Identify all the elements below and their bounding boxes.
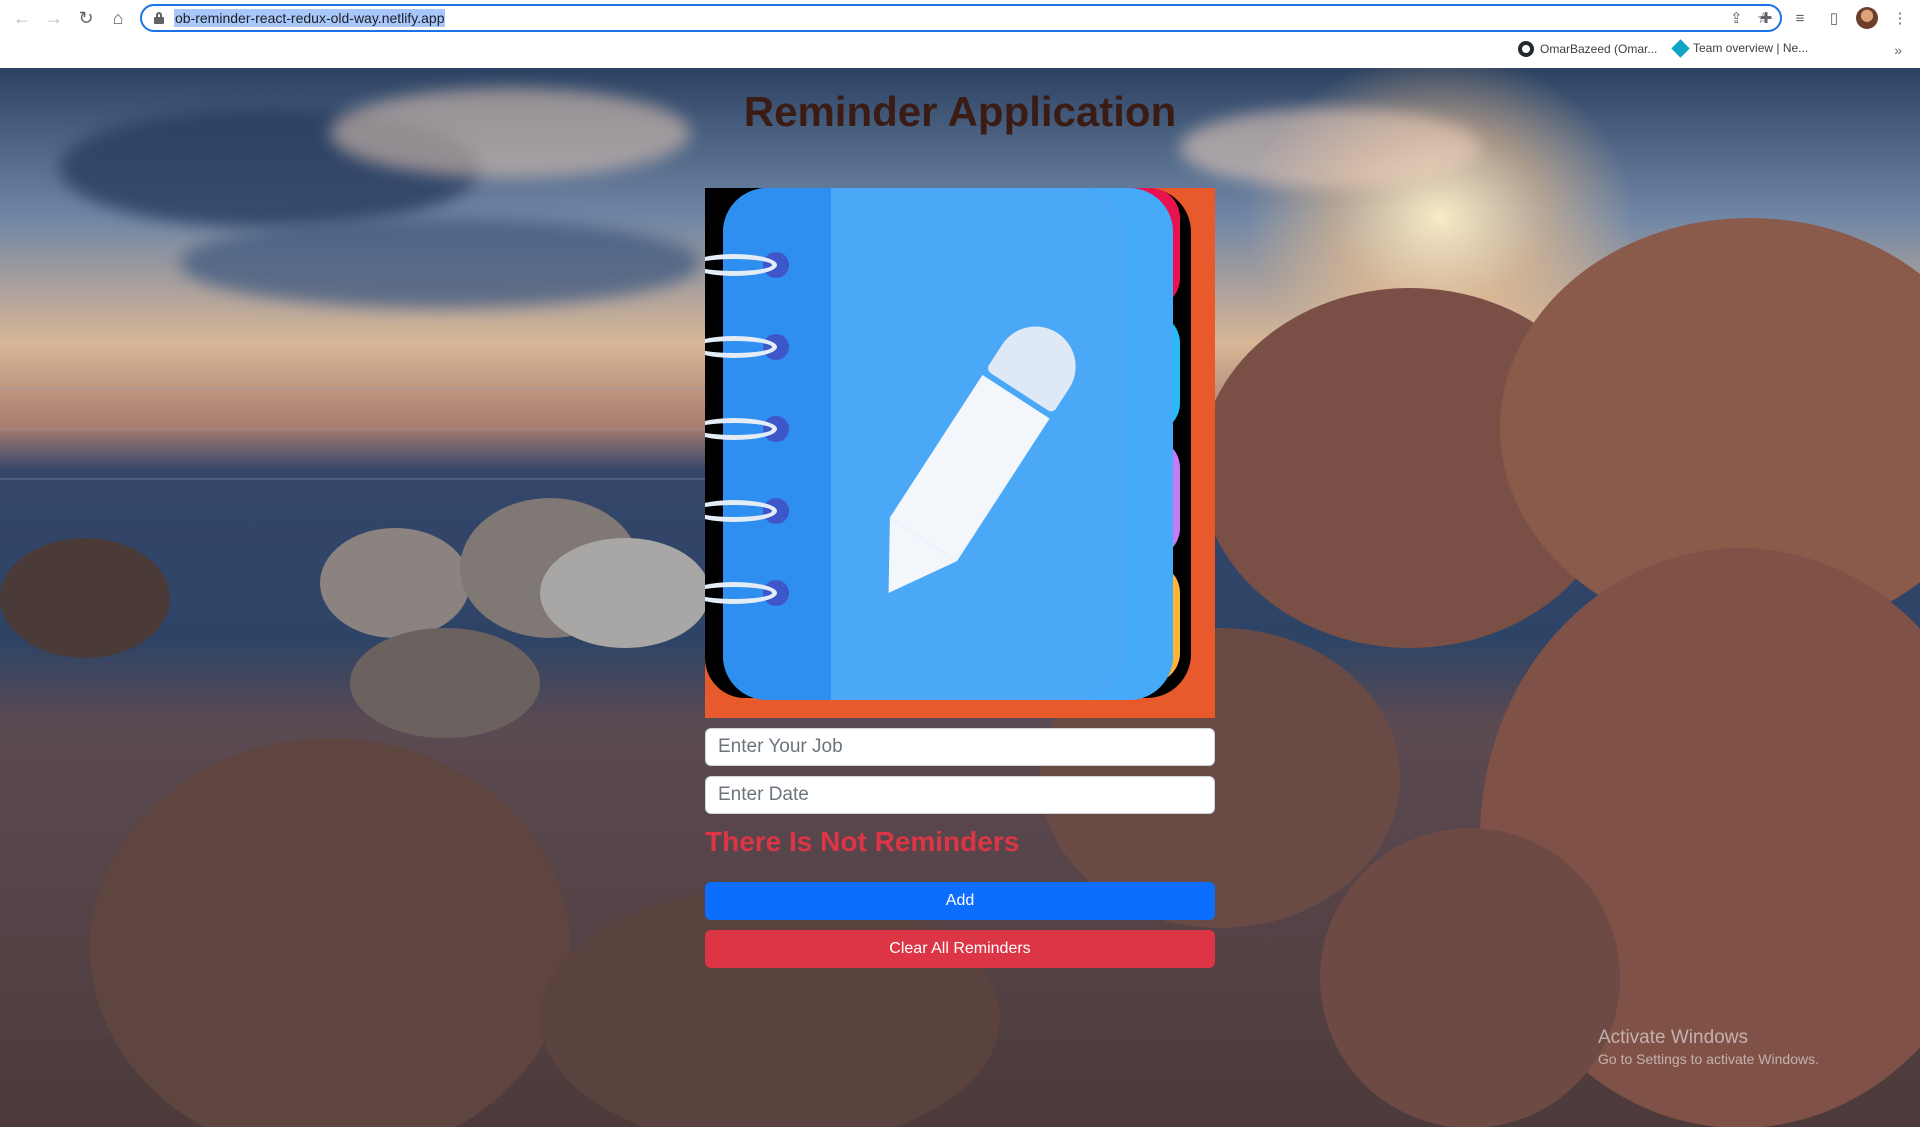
notebook-logo (705, 188, 1215, 718)
profile-avatar[interactable] (1856, 7, 1878, 29)
bookmark-label: OmarBazeed (Omar... (1540, 42, 1658, 56)
reading-list-icon[interactable]: ≡ (1788, 4, 1812, 32)
forward-icon[interactable]: → (40, 4, 68, 32)
side-panel-icon[interactable]: ▯ (1822, 4, 1846, 32)
azure-devops-icon (1671, 38, 1690, 58)
notebook-icon (723, 188, 1173, 700)
address-bar[interactable]: ob-reminder-react-redux-old-way.netlify.… (140, 4, 1782, 32)
empty-reminders-message: There Is Not Reminders (705, 826, 1020, 857)
app-title: Reminder Application (743, 88, 1177, 135)
add-button[interactable]: Add (705, 882, 1215, 920)
watermark-subtitle: Go to Settings to activate Windows. (1598, 1051, 1819, 1067)
browser-toolbar: ← → ↻ ⌂ ob-reminder-react-redux-old-way.… (0, 0, 1920, 36)
share-icon[interactable]: ⇪ (1730, 9, 1743, 27)
bookmark-team-overview[interactable]: Team overview | Ne... (1671, 38, 1809, 58)
bookmark-label: Team overview | Ne... (1693, 41, 1809, 55)
lock-icon[interactable] (154, 12, 164, 24)
bookmarks-bar: OmarBazeed (Omar... Team overview | Ne..… (0, 38, 1920, 66)
clear-all-button[interactable]: Clear All Reminders (705, 930, 1215, 968)
date-input[interactable] (705, 776, 1215, 814)
home-icon[interactable]: ⌂ (104, 4, 132, 32)
back-icon[interactable]: ← (8, 4, 36, 32)
watermark-title: Activate Windows (1598, 1027, 1748, 1048)
reload-icon[interactable]: ↻ (72, 4, 100, 32)
windows-activation-watermark: Activate Windows Go to Settings to activ… (1598, 1027, 1819, 1067)
extensions-icon[interactable]: ✚ (1754, 4, 1778, 32)
more-bookmarks-icon[interactable]: » (1894, 42, 1902, 58)
menu-icon[interactable]: ⋮ (1888, 4, 1912, 32)
github-icon (1518, 41, 1534, 57)
browser-chrome: ← → ↻ ⌂ ob-reminder-react-redux-old-way.… (0, 0, 1920, 68)
bookmark-github[interactable]: OmarBazeed (Omar... (1518, 41, 1657, 57)
job-input[interactable] (705, 728, 1215, 766)
url-text[interactable]: ob-reminder-react-redux-old-way.netlify.… (174, 9, 446, 27)
